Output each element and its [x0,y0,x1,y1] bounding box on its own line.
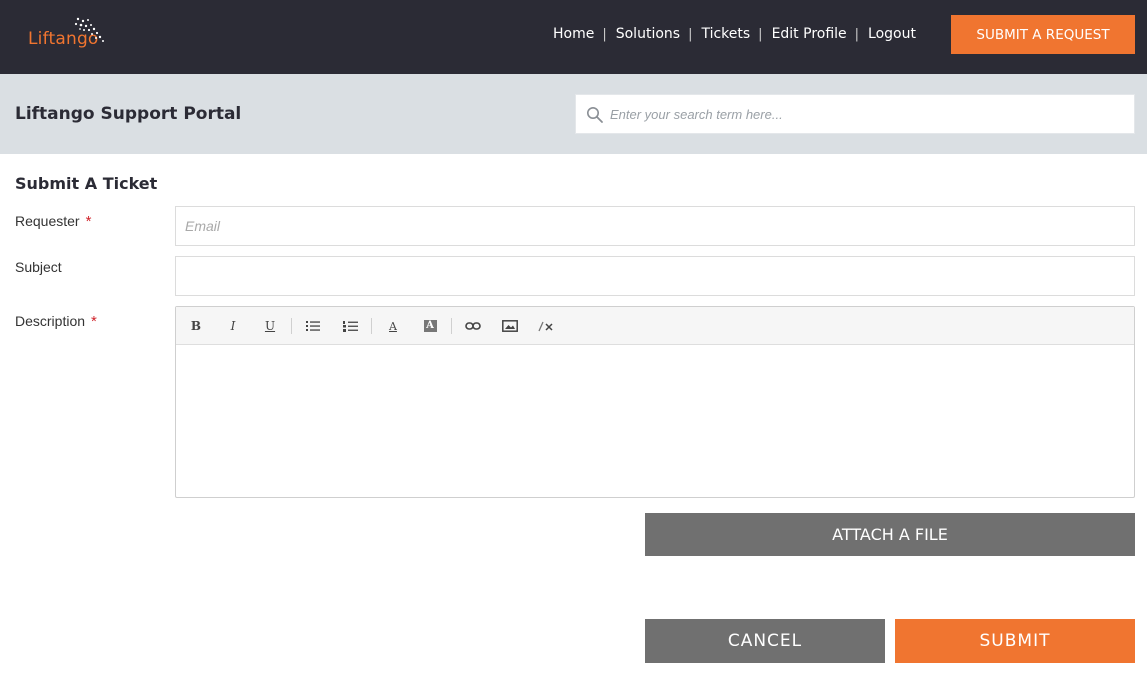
background-color-icon[interactable]: A [419,316,441,336]
numbered-list-icon[interactable] [339,316,361,336]
image-icon[interactable] [499,316,521,336]
toolbar-divider [451,318,452,334]
requester-label: Requester * [15,213,91,230]
submit-request-button[interactable]: SUBMIT A REQUEST [951,15,1135,54]
logo-dots-graphic [74,17,104,42]
requester-label-text: Requester [15,213,80,229]
required-marker: * [91,313,97,330]
nav-logout-link[interactable]: Logout [868,26,916,42]
italic-icon[interactable]: I [222,316,244,336]
main-nav: Home | Solutions | Tickets | Edit Profil… [553,24,916,44]
cancel-button[interactable]: CANCEL [645,619,885,663]
description-label-text: Description [15,313,86,329]
bulleted-list-icon[interactable] [302,316,324,336]
description-editor: B I U A A [175,306,1135,498]
liftango-logo[interactable]: Liftango [28,16,112,56]
form-heading: Submit A Ticket [15,174,158,193]
search-box [575,94,1135,134]
nav-solutions-link[interactable]: Solutions [616,26,680,42]
description-label: Description * [15,313,97,330]
requester-email-field[interactable] [175,206,1135,246]
description-textarea[interactable] [176,345,1134,497]
clear-formatting-icon[interactable] [535,316,557,336]
search-icon [587,107,603,123]
subject-label: Subject [15,259,62,275]
subject-label-text: Subject [15,259,62,275]
required-marker: * [85,213,92,230]
nav-separator: | [602,26,607,42]
nav-tickets-link[interactable]: Tickets [701,26,750,42]
submit-button[interactable]: SUBMIT [895,619,1135,663]
link-icon[interactable] [462,316,484,336]
nav-separator: | [854,26,860,42]
portal-header: Liftango Support Portal [0,74,1147,154]
search-input[interactable] [610,95,1130,133]
nav-home-link[interactable]: Home [553,26,594,42]
nav-separator: | [688,26,693,42]
portal-title: Liftango Support Portal [15,104,242,124]
top-navbar: Liftango Home | Solutions | Tickets | Ed… [0,0,1147,74]
underline-icon[interactable]: U [259,316,281,336]
bold-icon[interactable]: B [185,316,207,336]
font-color-icon[interactable]: A [382,316,404,336]
nav-separator: | [758,26,763,42]
nav-edit-profile-link[interactable]: Edit Profile [772,26,847,42]
editor-toolbar: B I U A A [176,307,1134,345]
subject-field[interactable] [175,256,1135,296]
attach-file-button[interactable]: ATTACH A FILE [645,513,1135,556]
toolbar-divider [371,318,372,334]
background-color-glyph: A [423,320,437,332]
toolbar-divider [291,318,292,334]
